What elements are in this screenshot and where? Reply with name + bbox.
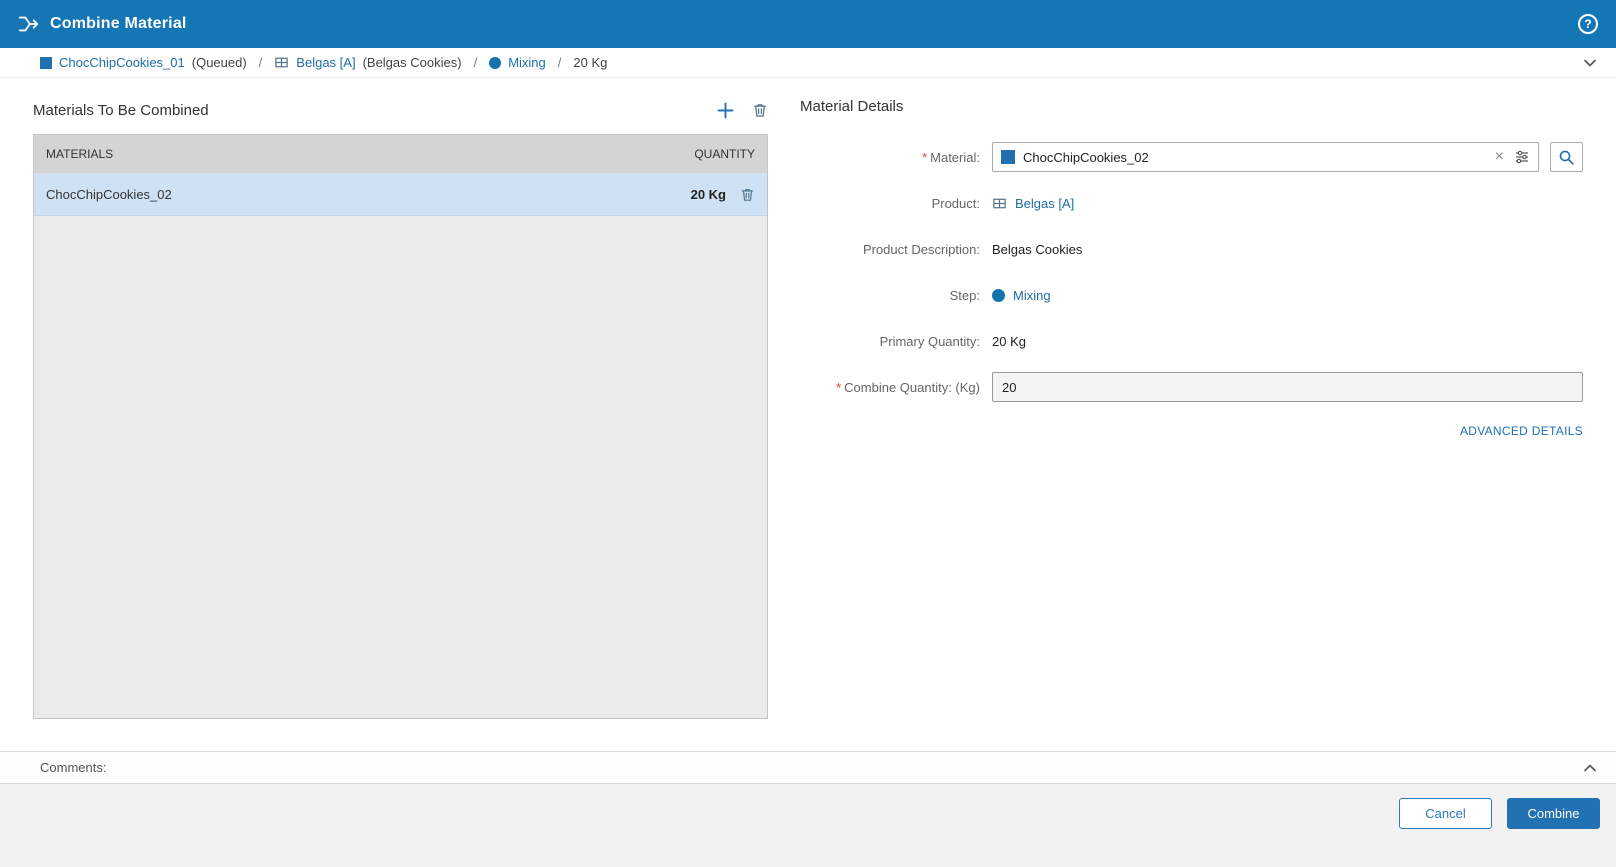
add-material-button[interactable] [717, 102, 734, 119]
search-material-button[interactable] [1550, 142, 1583, 172]
help-icon[interactable]: ? [1578, 14, 1598, 34]
cell-material-name: ChocChipCookies_02 [46, 186, 172, 202]
primary-quantity-label: Primary Quantity: [879, 333, 980, 349]
combine-button[interactable]: Combine [1507, 798, 1600, 829]
table-empty-area [34, 216, 767, 718]
trash-icon [752, 102, 768, 118]
clear-material-button[interactable]: × [1493, 149, 1506, 165]
product-label: Product: [931, 195, 980, 211]
breadcrumb-material-link[interactable]: ChocChipCookies_01 [59, 55, 185, 70]
material-field-group: ChocChipCookies_02 × [992, 142, 1583, 172]
product-description-label: Product Description: [862, 241, 980, 257]
trash-icon [740, 187, 755, 202]
delete-materials-button[interactable] [752, 102, 768, 118]
cancel-button[interactable]: Cancel [1399, 798, 1492, 829]
materials-panel-header: Materials To Be Combined [33, 98, 768, 122]
primary-quantity-row: Primary Quantity: 20 Kg [800, 326, 1583, 356]
footer-bar: Cancel Combine [0, 783, 1616, 867]
required-asterisk: * [836, 379, 842, 395]
title-bar: Combine Material ? [0, 0, 1616, 48]
material-square-icon [1001, 150, 1015, 164]
material-details-title: Material Details [800, 98, 904, 115]
product-field-row: Product: Belgas [A] [800, 188, 1583, 218]
cell-quantity: 20 Kg [690, 186, 726, 202]
breadcrumb-quantity: 20 Kg [573, 55, 608, 70]
step-label: Step: [949, 287, 980, 303]
main-content: Materials To Be Combined MATERIALS QUANT… [0, 78, 1616, 751]
combine-icon [18, 13, 40, 35]
search-icon [1558, 149, 1575, 166]
product-link[interactable]: Belgas [A] [1015, 196, 1074, 211]
material-field-value: ChocChipCookies_02 [1023, 149, 1149, 165]
step-circle-icon [489, 56, 502, 69]
chevron-down-icon[interactable] [1582, 55, 1598, 71]
advanced-details-link[interactable]: ADVANCED DETAILS [1460, 424, 1583, 438]
primary-quantity-value: 20 Kg [992, 333, 1026, 349]
chevron-up-icon[interactable] [1582, 760, 1598, 776]
column-header-materials: MATERIALS [46, 147, 114, 161]
material-details-panel: Material Details * Material: ChocChipCook… [800, 98, 1600, 751]
column-header-quantity: QUANTITY [694, 147, 755, 161]
step-circle-icon [992, 288, 1005, 302]
required-asterisk: * [922, 149, 928, 165]
material-label: * Material: [922, 149, 980, 165]
breadcrumb-step-link[interactable]: Mixing [508, 55, 546, 70]
delete-row-button[interactable] [740, 187, 755, 202]
page-title: Combine Material [50, 15, 187, 32]
breadcrumb-separator: / [258, 55, 263, 70]
breadcrumb: ChocChipCookies_01 (Queued) / Belgas [A]… [40, 55, 607, 70]
product-grid-icon [992, 196, 1007, 211]
step-field-row: Step: Mixing [800, 280, 1583, 310]
table-row[interactable]: ChocChipCookies_02 20 Kg [34, 173, 767, 216]
step-link[interactable]: Mixing [1013, 288, 1051, 303]
advanced-details-row: ADVANCED DETAILS [800, 424, 1583, 438]
materials-panel-title: Materials To Be Combined [33, 101, 209, 119]
materials-table: MATERIALS QUANTITY ChocChipCookies_02 20… [33, 134, 768, 719]
combine-material-page: Combine Material ? ChocChipCookies_01 (Q… [0, 0, 1616, 867]
materials-table-header: MATERIALS QUANTITY [34, 135, 767, 173]
material-square-icon [40, 56, 52, 69]
material-field[interactable]: ChocChipCookies_02 × [992, 142, 1539, 172]
material-field-row: * Material: ChocChipCookies_02 × [800, 142, 1583, 172]
product-grid-icon [274, 55, 289, 70]
breadcrumb-product-description: (Belgas Cookies) [362, 55, 462, 70]
breadcrumb-bar: ChocChipCookies_01 (Queued) / Belgas [A]… [0, 48, 1616, 78]
comments-bar[interactable]: Comments: [0, 751, 1616, 783]
breadcrumb-material-status: (Queued) [191, 55, 247, 70]
plus-icon [717, 102, 734, 119]
product-description-row: Product Description: Belgas Cookies [800, 234, 1583, 264]
breadcrumb-separator: / [557, 55, 562, 70]
materials-panel: Materials To Be Combined MATERIALS QUANT… [33, 98, 768, 751]
combine-quantity-label: * Combine Quantity: (Kg) [836, 379, 980, 395]
materials-panel-actions [717, 102, 768, 119]
combine-quantity-input[interactable] [992, 372, 1583, 402]
breadcrumb-separator: / [473, 55, 478, 70]
combine-quantity-row: * Combine Quantity: (Kg) [800, 372, 1583, 402]
comments-label: Comments: [40, 760, 107, 775]
display-settings-icon[interactable] [1514, 149, 1530, 165]
breadcrumb-product-link[interactable]: Belgas [A] [296, 55, 355, 70]
product-description-value: Belgas Cookies [992, 241, 1083, 257]
